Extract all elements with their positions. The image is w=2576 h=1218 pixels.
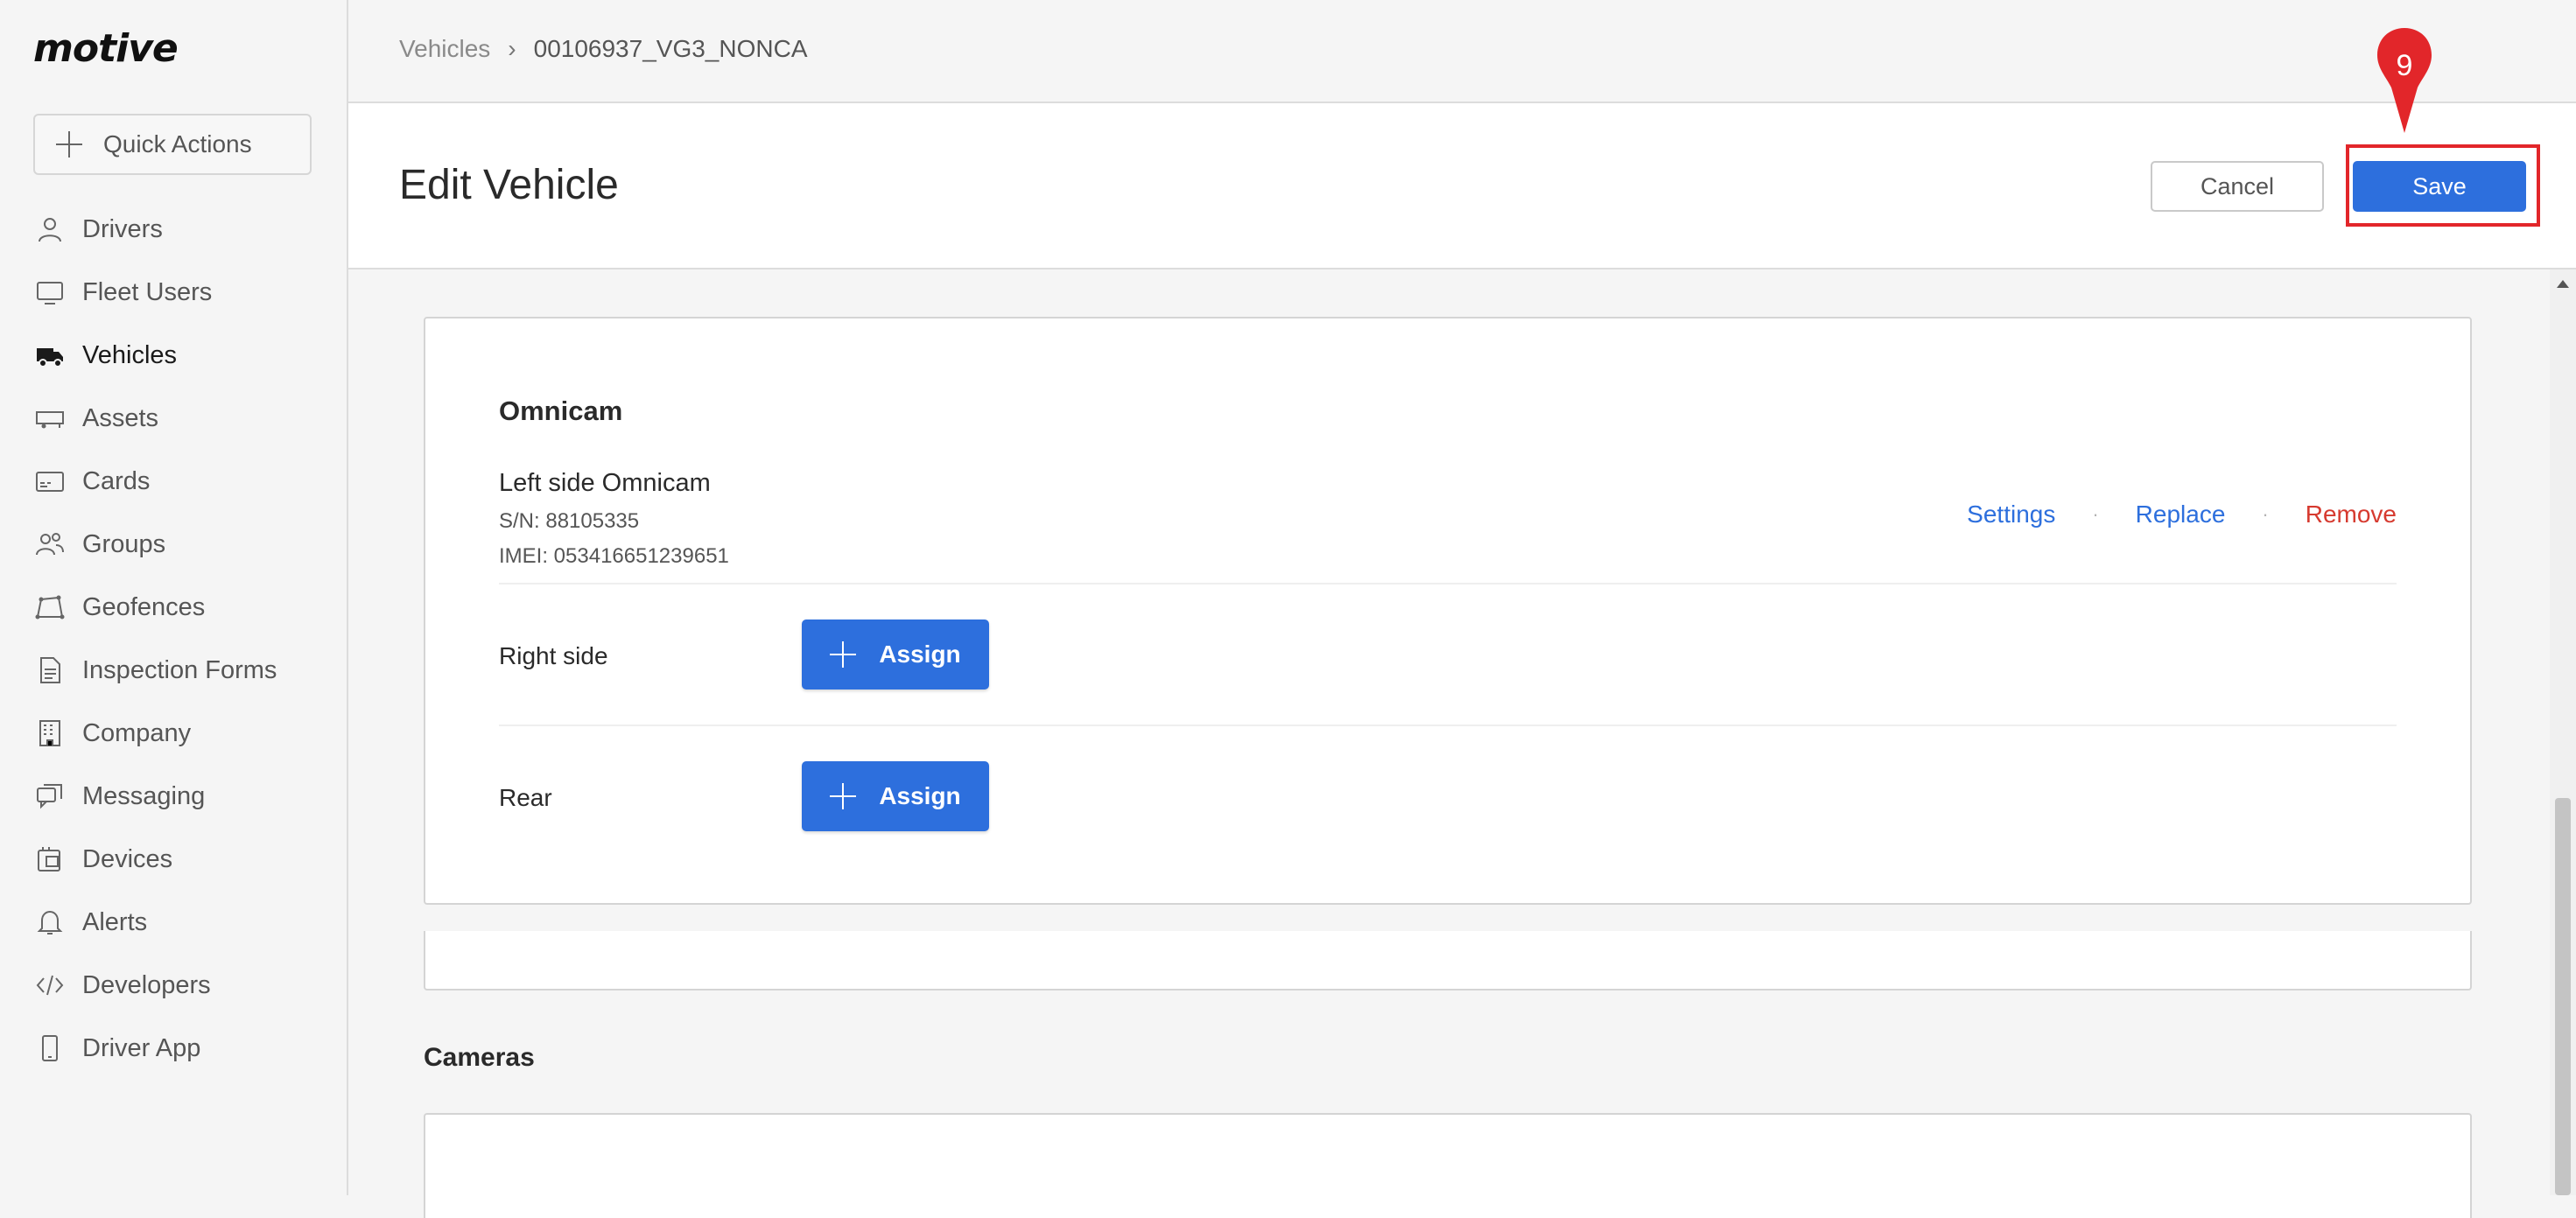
remove-link[interactable]: Remove xyxy=(2306,500,2397,528)
sidebar-item-drivers[interactable]: Drivers xyxy=(0,198,347,261)
plus-icon xyxy=(830,783,857,809)
document-icon xyxy=(35,655,65,685)
left-omnicam-imei: IMEI: 053416651239651 xyxy=(499,544,729,568)
sidebar-item-label: Developers xyxy=(82,970,211,999)
divider xyxy=(499,583,2397,584)
sidebar-item-label: Company xyxy=(82,718,192,747)
assign-label: Assign xyxy=(879,782,961,809)
omnicam-title: Omnicam xyxy=(499,396,623,426)
separator-dot: · xyxy=(2262,503,2269,525)
divider xyxy=(499,724,2397,726)
top-bar: Vehicles › 00106937_VG3_NONCA xyxy=(348,0,2576,103)
sidebar-item-cards[interactable]: Cards xyxy=(0,450,347,513)
sidebar-item-label: Groups xyxy=(82,529,166,558)
sidebar-item-label: Messaging xyxy=(82,781,206,810)
truck-icon xyxy=(35,340,65,370)
separator-dot: · xyxy=(2092,503,2099,525)
sidebar-item-assets[interactable]: Assets xyxy=(0,387,347,450)
chat-icon xyxy=(35,781,65,811)
plus-icon xyxy=(830,641,857,668)
step-number: 9 xyxy=(2396,49,2413,82)
sidebar-item-label: Assets xyxy=(82,403,159,432)
sidebar-item-fleet-users[interactable]: Fleet Users xyxy=(0,261,347,324)
sidebar-item-company[interactable]: Company xyxy=(0,702,347,765)
sidebar-item-label: Fleet Users xyxy=(82,277,213,306)
sidebar-item-developers[interactable]: Developers xyxy=(0,954,347,1017)
phone-icon xyxy=(35,1033,65,1063)
person-icon xyxy=(35,214,65,244)
left-omnicam-serial: S/N: 88105335 xyxy=(499,509,640,533)
cameras-section-title: Cameras xyxy=(424,1043,535,1072)
building-icon xyxy=(35,718,65,748)
left-omnicam-name: Left side Omnicam xyxy=(499,469,711,497)
assign-right-side-button[interactable]: Assign xyxy=(802,620,989,690)
main-content: Omnicam Left side Omnicam S/N: 88105335 … xyxy=(348,270,2576,1218)
settings-link[interactable]: Settings xyxy=(1967,500,2055,528)
sidebar-item-alerts[interactable]: Alerts xyxy=(0,891,347,954)
code-icon xyxy=(35,970,65,1000)
motive-logo[interactable]: motive xyxy=(33,26,179,71)
sidebar-item-label: Vehicles xyxy=(82,340,178,369)
scrollbar[interactable] xyxy=(2550,270,2576,1195)
sidebar-item-vehicles[interactable]: Vehicles xyxy=(0,324,347,387)
omnicam-actions: Settings · Replace · Remove xyxy=(1967,500,2397,528)
sidebar-item-driver-app[interactable]: Driver App xyxy=(0,1017,347,1080)
sidebar-nav: Drivers Fleet Users Vehicles Assets Card… xyxy=(0,198,347,1080)
bell-icon xyxy=(35,907,65,937)
card-icon xyxy=(35,466,65,496)
chevron-right-icon: › xyxy=(508,35,516,62)
trailer-icon xyxy=(35,403,65,433)
quick-actions-button[interactable]: Quick Actions xyxy=(33,114,312,175)
sidebar-item-label: Drivers xyxy=(82,214,163,243)
sidebar-item-label: Geofences xyxy=(82,592,206,621)
plus-icon xyxy=(54,130,84,159)
group-icon xyxy=(35,529,65,559)
sidebar-item-label: Alerts xyxy=(82,907,148,936)
sidebar-item-geofences[interactable]: Geofences xyxy=(0,576,347,639)
sidebar-item-devices[interactable]: Devices xyxy=(0,828,347,891)
replace-link[interactable]: Replace xyxy=(2136,500,2226,528)
cameras-card xyxy=(424,1113,2472,1218)
sidebar-item-groups[interactable]: Groups xyxy=(0,513,347,576)
sidebar-item-label: Inspection Forms xyxy=(82,655,277,684)
sidebar-item-messaging[interactable]: Messaging xyxy=(0,765,347,828)
sidebar-item-label: Cards xyxy=(82,466,151,495)
devices-icon xyxy=(35,844,65,874)
assign-label: Assign xyxy=(879,640,961,668)
cancel-button[interactable]: Cancel xyxy=(2151,161,2324,212)
scroll-up-icon[interactable] xyxy=(2557,280,2569,288)
sidebar-item-label: Driver App xyxy=(82,1033,201,1062)
highlight-box xyxy=(2346,144,2540,227)
monitor-icon xyxy=(35,277,65,307)
page-header: Edit Vehicle Cancel Save xyxy=(348,103,2576,270)
right-side-label: Right side xyxy=(499,642,608,669)
geofence-icon xyxy=(35,592,65,622)
rear-label: Rear xyxy=(499,784,552,811)
sidebar-item-label: Devices xyxy=(82,844,173,873)
omnicam-card: Omnicam Left side Omnicam S/N: 88105335 … xyxy=(424,317,2472,905)
breadcrumb-current: 00106937_VG3_NONCA xyxy=(533,35,808,62)
scrollbar-thumb[interactable] xyxy=(2555,798,2571,1195)
sidebar-item-inspection-forms[interactable]: Inspection Forms xyxy=(0,639,347,702)
sidebar: motive Quick Actions Drivers Fleet Users… xyxy=(0,0,348,1195)
page-title: Edit Vehicle xyxy=(399,162,619,208)
breadcrumb: Vehicles › 00106937_VG3_NONCA xyxy=(399,35,808,63)
assign-rear-button[interactable]: Assign xyxy=(802,761,989,831)
breadcrumb-vehicles-link[interactable]: Vehicles xyxy=(399,35,490,63)
step-marker-icon: 9 xyxy=(2376,26,2433,135)
quick-actions-label: Quick Actions xyxy=(103,130,252,158)
card-footer-strip xyxy=(424,931,2472,990)
